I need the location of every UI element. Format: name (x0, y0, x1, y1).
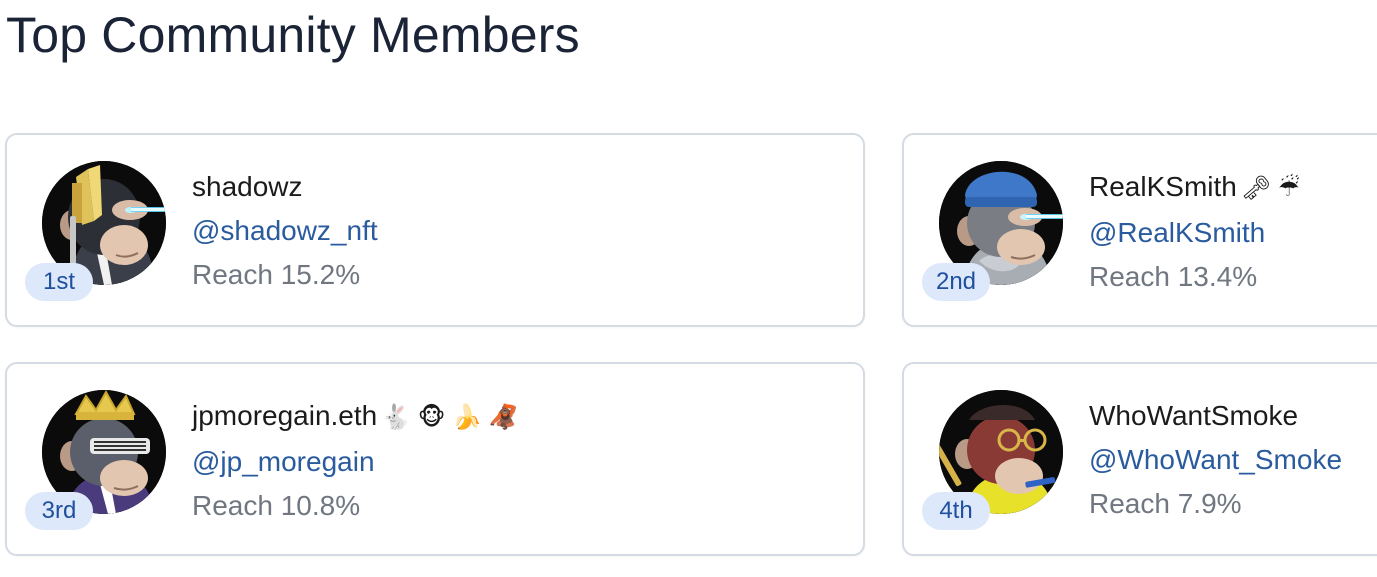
member-info: shadowz @shadowz_nft Reach 15.2% (192, 169, 378, 293)
avatar-container: 3rd (25, 390, 166, 530)
member-info: WhoWantSmoke @WhoWant_Smoke Reach 7.9% (1089, 398, 1342, 522)
rank-badge: 3rd (25, 492, 93, 530)
page-title: Top Community Members (6, 7, 580, 63)
member-card-3[interactable]: 3rd jpmoregain.eth 🐇 🐵 🍌 🦧 @jp_moregain R… (5, 362, 865, 556)
rank-badge: 1st (25, 263, 93, 301)
member-handle-link[interactable]: @RealKSmith (1089, 215, 1300, 251)
member-info: RealKSmith 🗝 ☔ @RealKSmith Reach 13.4% (1089, 169, 1300, 295)
member-name-emoji: 🗝 ☔ (1240, 175, 1300, 202)
member-reach: Reach 15.2% (192, 259, 361, 290)
member-info: jpmoregain.eth 🐇 🐵 🍌 🦧 @jp_moregain Reach… (192, 398, 519, 524)
avatar-container: 1st (25, 161, 166, 301)
member-handle-link[interactable]: @shadowz_nft (192, 213, 378, 249)
member-name-text: jpmoregain.eth (192, 400, 378, 431)
rank-badge: 2nd (922, 263, 990, 301)
member-card-4[interactable]: 4th WhoWantSmoke @WhoWant_Smoke Reach 7.… (902, 362, 1377, 556)
member-name-emoji: 🐇 🐵 🍌 🦧 (381, 404, 519, 431)
member-card-2[interactable]: 2nd RealKSmith 🗝 ☔ @RealKSmith Reach 13.4… (902, 133, 1377, 327)
member-reach: Reach 13.4% (1089, 261, 1258, 292)
member-name: shadowz (192, 169, 378, 205)
member-card-1[interactable]: 1st shadowz @shadowz_nft Reach 15.2% (5, 133, 865, 327)
avatar-container: 4th (922, 390, 1063, 530)
member-name-text: shadowz (192, 171, 303, 202)
member-name: WhoWantSmoke (1089, 398, 1342, 434)
member-name-text: WhoWantSmoke (1089, 400, 1299, 431)
rank-badge: 4th (922, 492, 990, 530)
avatar-container: 2nd (922, 161, 1063, 301)
member-reach: Reach 7.9% (1089, 488, 1242, 519)
member-handle-link[interactable]: @jp_moregain (192, 444, 519, 480)
member-handle-link[interactable]: @WhoWant_Smoke (1089, 442, 1342, 478)
community-page: Top Community Members 1st shadowz @shado… (0, 0, 1377, 577)
member-name-text: RealKSmith (1089, 171, 1237, 202)
member-name: RealKSmith 🗝 ☔ (1089, 169, 1300, 207)
member-name: jpmoregain.eth 🐇 🐵 🍌 🦧 (192, 398, 519, 436)
member-reach: Reach 10.8% (192, 490, 361, 521)
